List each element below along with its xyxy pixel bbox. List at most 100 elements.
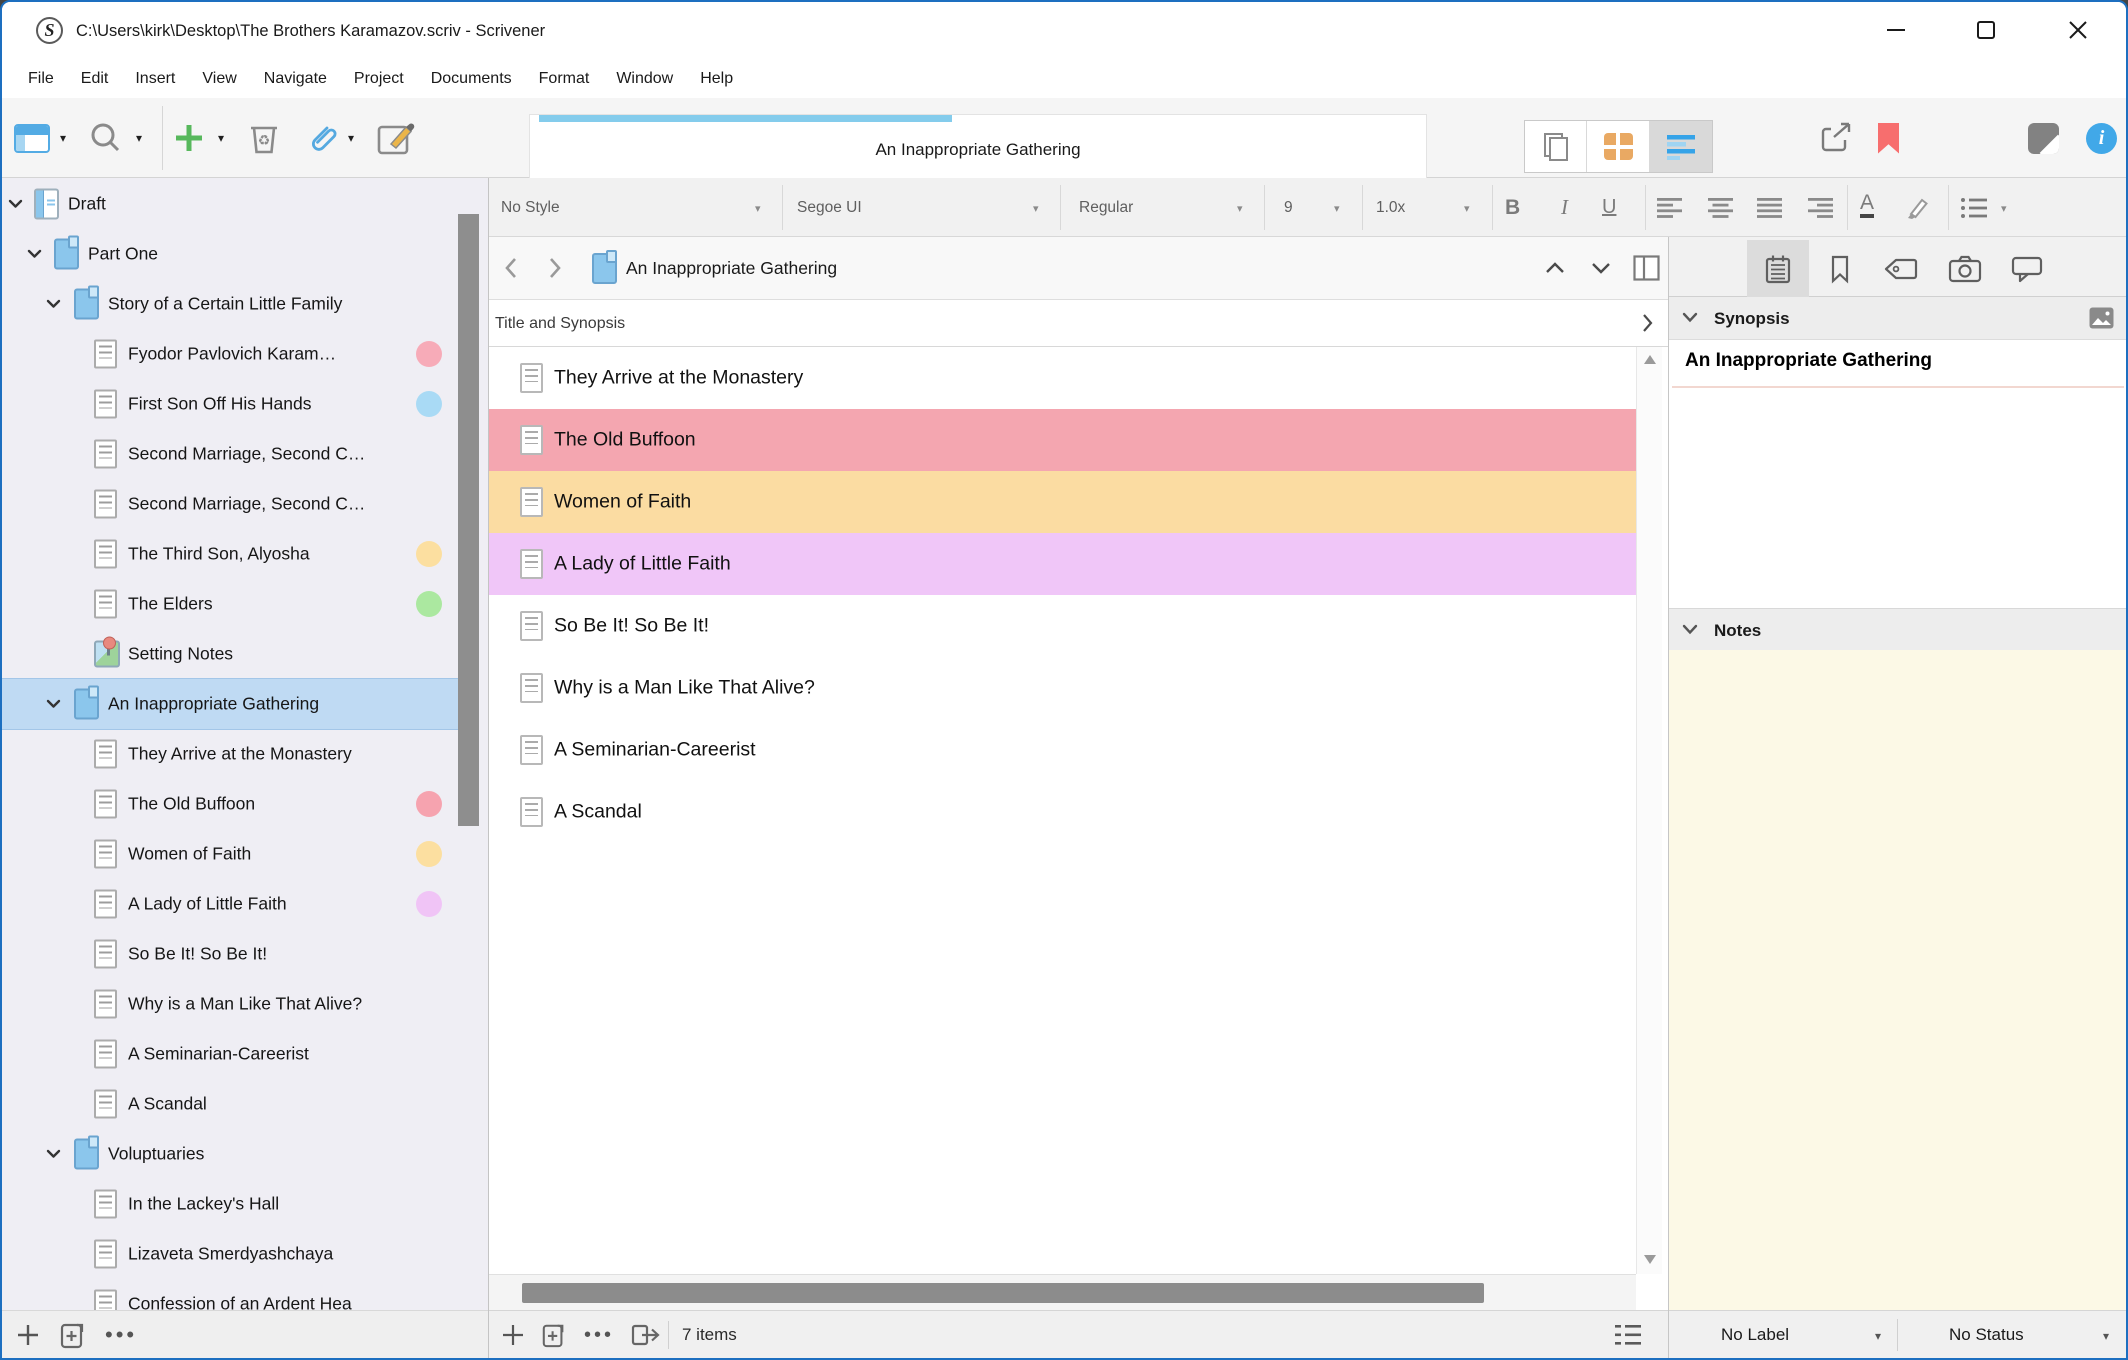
previous-document-button[interactable]: [1544, 261, 1566, 275]
add-item-button[interactable]: [172, 98, 206, 178]
binder-add-button[interactable]: [15, 1322, 41, 1348]
binder-item[interactable]: Part One: [2, 229, 458, 279]
outliner-vertical-scrollbar[interactable]: [1636, 347, 1662, 1274]
highlight-button[interactable]: [1901, 178, 1931, 237]
outliner-row[interactable]: So Be It! So Be It!: [489, 595, 1636, 657]
font-select[interactable]: Segoe UI: [797, 178, 862, 237]
outliner-more-button[interactable]: •••: [584, 1311, 614, 1359]
attach-button[interactable]: [302, 98, 340, 178]
inspector-info-button[interactable]: i: [2086, 98, 2117, 178]
corkboard-view-button[interactable]: [1587, 121, 1649, 172]
menu-item-insert[interactable]: Insert: [135, 70, 175, 88]
align-left-button[interactable]: [1657, 178, 1682, 237]
justify-button[interactable]: [1757, 178, 1782, 237]
font-size-select[interactable]: 9: [1284, 178, 1293, 237]
binder-item[interactable]: Confession of an Ardent Hea: [2, 1279, 458, 1310]
search-button[interactable]: [88, 98, 124, 178]
label-dropdown[interactable]: No Label: [1721, 1311, 1789, 1359]
chevron-down-icon[interactable]: [46, 1149, 61, 1159]
compose-note-button[interactable]: [376, 98, 416, 178]
synopsis-section-header[interactable]: Synopsis: [1669, 297, 2128, 340]
menu-item-edit[interactable]: Edit: [81, 70, 109, 88]
back-button[interactable]: [503, 256, 519, 280]
export-button[interactable]: [631, 1322, 661, 1348]
scrollbar-thumb[interactable]: [522, 1283, 1484, 1303]
chevron-down-icon[interactable]: [8, 199, 23, 209]
outliner-add-button[interactable]: [501, 1323, 525, 1347]
minimize-button[interactable]: [1864, 2, 1928, 58]
tab-snapshots[interactable]: [1934, 240, 1996, 297]
binder-item[interactable]: In the Lackey's Hall: [2, 1179, 458, 1229]
binder-add-folder-button[interactable]: [59, 1320, 87, 1350]
trash-button[interactable]: ♻: [246, 98, 282, 178]
chevron-down-icon[interactable]: ▾: [755, 202, 761, 215]
outliner-view-button[interactable]: [1650, 121, 1712, 172]
menu-item-project[interactable]: Project: [354, 70, 404, 88]
outliner-horizontal-scrollbar[interactable]: [489, 1274, 1636, 1310]
menu-item-window[interactable]: Window: [616, 70, 673, 88]
binder-item[interactable]: Draft: [2, 179, 458, 229]
add-item-dropdown[interactable]: ▾: [218, 98, 224, 178]
underline-button[interactable]: U: [1602, 178, 1616, 237]
chevron-down-icon[interactable]: [46, 299, 61, 309]
binder-scrollbar-thumb[interactable]: [458, 214, 479, 826]
outliner-row[interactable]: A Lady of Little Faith: [489, 533, 1636, 595]
chevron-down-icon[interactable]: [46, 699, 61, 709]
binder-item[interactable]: The Elders: [2, 579, 458, 629]
menu-item-view[interactable]: View: [202, 70, 236, 88]
binder-item[interactable]: A Scandal: [2, 1079, 458, 1129]
style-select[interactable]: No Style: [501, 178, 560, 237]
chevron-down-icon[interactable]: ▾: [1033, 202, 1039, 215]
outliner-row[interactable]: A Scandal: [489, 781, 1636, 843]
menu-item-navigate[interactable]: Navigate: [264, 70, 327, 88]
next-document-button[interactable]: [1590, 261, 1612, 275]
outliner-row[interactable]: Why is a Man Like That Alive?: [489, 657, 1636, 719]
outliner-row[interactable]: They Arrive at the Monastery: [489, 347, 1636, 409]
scroll-up-arrow-icon[interactable]: [1644, 355, 1656, 364]
outliner-row[interactable]: The Old Buffoon: [489, 409, 1636, 471]
column-options-button[interactable]: [1641, 313, 1654, 333]
editor-tab[interactable]: An Inappropriate Gathering: [529, 114, 1427, 178]
synopsis-image-button[interactable]: [2088, 306, 2115, 330]
chevron-down-icon[interactable]: ▾: [1464, 202, 1470, 215]
binder-item[interactable]: A Seminarian-Careerist: [2, 1029, 458, 1079]
forward-button[interactable]: [547, 256, 563, 280]
binder-item[interactable]: Fyodor Pavlovich Karam…: [2, 329, 458, 379]
chevron-down-icon[interactable]: [27, 249, 42, 259]
binder-item[interactable]: Setting Notes: [2, 629, 458, 679]
binder-item[interactable]: The Third Son, Alyosha: [2, 529, 458, 579]
tab-notes[interactable]: [1747, 240, 1809, 297]
binder-item[interactable]: The Old Buffoon: [2, 779, 458, 829]
bold-button[interactable]: B: [1505, 178, 1520, 237]
chevron-down-icon[interactable]: ▾: [1875, 1329, 1881, 1343]
notes-section-header[interactable]: Notes: [1669, 608, 2128, 651]
chevron-down-icon[interactable]: [1682, 624, 1698, 635]
menu-item-documents[interactable]: Documents: [431, 70, 512, 88]
outliner-columns-button[interactable]: [1615, 1323, 1641, 1347]
list-format-button[interactable]: [1960, 178, 1988, 237]
synopsis-card[interactable]: An Inappropriate Gathering: [1669, 340, 2128, 608]
line-spacing-select[interactable]: 1.0x: [1376, 178, 1405, 237]
binder-item[interactable]: So Be It! So Be It!: [2, 929, 458, 979]
binder-view-dropdown[interactable]: ▾: [60, 98, 66, 178]
menu-item-format[interactable]: Format: [539, 70, 590, 88]
search-dropdown[interactable]: ▾: [136, 98, 142, 178]
notes-editor-area[interactable]: [1669, 650, 2128, 1310]
outliner-row[interactable]: Women of Faith: [489, 471, 1636, 533]
binder-item[interactable]: An Inappropriate Gathering: [2, 678, 458, 730]
chevron-down-icon[interactable]: [1682, 312, 1698, 323]
binder-item[interactable]: A Lady of Little Faith: [2, 879, 458, 929]
binder-more-button[interactable]: •••: [105, 1322, 137, 1348]
binder-item[interactable]: They Arrive at the Monastery: [2, 729, 458, 779]
menu-item-help[interactable]: Help: [700, 70, 733, 88]
binder-item[interactable]: Second Marriage, Second C…: [2, 429, 458, 479]
align-right-button[interactable]: [1808, 178, 1833, 237]
status-dropdown[interactable]: No Status: [1949, 1311, 2024, 1359]
bookmark-button[interactable]: [1878, 98, 1899, 178]
chevron-down-icon[interactable]: ▾: [2001, 202, 2007, 215]
compose-mode-button[interactable]: [2028, 98, 2059, 178]
scroll-down-arrow-icon[interactable]: [1644, 1255, 1656, 1264]
binder-item[interactable]: Lizaveta Smerdyashchaya: [2, 1229, 458, 1279]
document-view-button[interactable]: [1525, 121, 1587, 172]
tab-bookmarks[interactable]: [1809, 240, 1871, 297]
